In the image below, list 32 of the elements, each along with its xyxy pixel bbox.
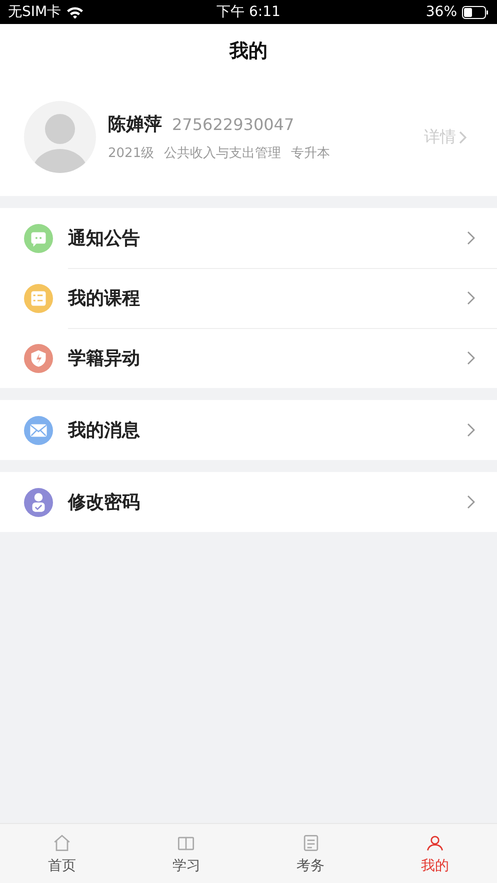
user-icon	[24, 488, 53, 516]
menu-item[interactable]: 通知公告	[0, 208, 497, 268]
tab[interactable]: 考务	[248, 824, 373, 883]
major-label: 公共收入与支出管理	[164, 145, 282, 162]
chat-bubble-icon	[24, 224, 53, 252]
envelope-icon	[24, 416, 53, 444]
chevron-icon	[467, 291, 475, 305]
battery-icon	[462, 6, 490, 18]
menu-item[interactable]: 我的消息	[0, 400, 497, 460]
menu-item[interactable]: 学籍异动	[0, 328, 497, 388]
chevron-icon	[459, 130, 467, 144]
page-title: 我的	[230, 39, 268, 64]
wifi-icon	[66, 6, 84, 18]
grade-label: 2021级	[108, 145, 154, 162]
time-label: 下午 6:11	[216, 4, 280, 20]
shield-icon	[24, 344, 53, 372]
chevron-icon	[467, 423, 475, 437]
menu-item[interactable]: 修改密码	[0, 472, 497, 532]
carrier-label: 无SIM卡	[8, 3, 62, 21]
menu-item[interactable]: 我的课程	[0, 268, 497, 328]
student-id: 275622930047	[172, 115, 294, 134]
tab[interactable]: 我的	[372, 824, 497, 883]
tab[interactable]: 学习	[124, 824, 248, 883]
avatar-icon	[24, 101, 96, 173]
checklist-icon	[24, 284, 53, 312]
student-name: 陈婵萍	[108, 113, 162, 136]
tab[interactable]: 首页	[0, 824, 124, 883]
level-label: 专升本	[291, 145, 330, 162]
battery-percent: 36%	[426, 4, 458, 20]
chevron-icon	[467, 231, 475, 245]
chevron-icon	[467, 351, 475, 365]
chevron-icon	[467, 495, 475, 509]
